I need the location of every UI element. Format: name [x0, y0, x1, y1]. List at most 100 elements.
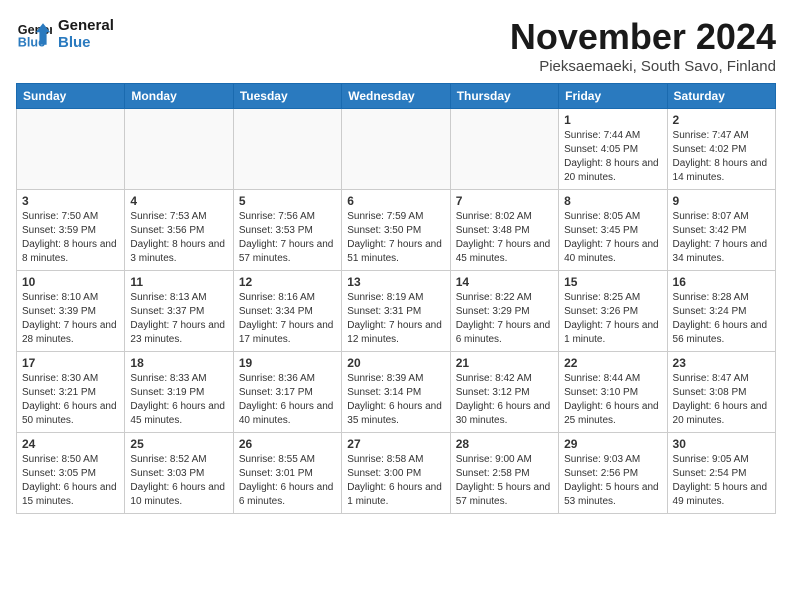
month-title: November 2024	[510, 16, 776, 58]
day-number: 30	[673, 437, 770, 451]
calendar-week-row: 1 Sunrise: 7:44 AM Sunset: 4:05 PM Daylig…	[17, 109, 776, 190]
calendar-week-row: 10 Sunrise: 8:10 AM Sunset: 3:39 PM Dayli…	[17, 271, 776, 352]
day-number: 7	[456, 194, 553, 208]
calendar-cell: 23 Sunrise: 8:47 AM Sunset: 3:08 PM Dayli…	[667, 352, 775, 433]
calendar-cell: 27 Sunrise: 8:58 AM Sunset: 3:00 PM Dayli…	[342, 433, 450, 514]
calendar-cell: 3Sunrise: 7:50 AM Sunset: 3:59 PM Daylig…	[17, 190, 125, 271]
day-number: 3	[22, 194, 119, 208]
day-info: Sunrise: 7:56 AM Sunset: 3:53 PM Dayligh…	[239, 210, 336, 266]
day-info: Sunrise: 8:28 AM Sunset: 3:24 PM Dayligh…	[673, 291, 770, 347]
calendar-table: SundayMondayTuesdayWednesdayThursdayFrid…	[16, 83, 776, 514]
calendar-cell: 7 Sunrise: 8:02 AM Sunset: 3:48 PM Daylig…	[450, 190, 558, 271]
calendar-body: 1 Sunrise: 7:44 AM Sunset: 4:05 PM Daylig…	[17, 109, 776, 514]
day-number: 16	[673, 275, 770, 289]
calendar-cell: 22Sunrise: 8:44 AM Sunset: 3:10 PM Dayli…	[559, 352, 667, 433]
day-info: Sunrise: 8:58 AM Sunset: 3:00 PM Dayligh…	[347, 453, 444, 509]
day-number: 21	[456, 356, 553, 370]
calendar-cell: 8 Sunrise: 8:05 AM Sunset: 3:45 PM Daylig…	[559, 190, 667, 271]
day-number: 29	[564, 437, 661, 451]
calendar-cell: 5Sunrise: 7:56 AM Sunset: 3:53 PM Daylig…	[233, 190, 341, 271]
logo: General Blue General Blue	[16, 16, 114, 52]
day-number: 14	[456, 275, 553, 289]
calendar-cell: 16 Sunrise: 8:28 AM Sunset: 3:24 PM Dayli…	[667, 271, 775, 352]
day-info: Sunrise: 8:39 AM Sunset: 3:14 PM Dayligh…	[347, 372, 444, 428]
day-info: Sunrise: 8:50 AM Sunset: 3:05 PM Dayligh…	[22, 453, 119, 509]
day-number: 8	[564, 194, 661, 208]
calendar-cell: 10 Sunrise: 8:10 AM Sunset: 3:39 PM Dayli…	[17, 271, 125, 352]
calendar-cell: 19 Sunrise: 8:36 AM Sunset: 3:17 PM Dayli…	[233, 352, 341, 433]
weekday-header-friday: Friday	[559, 84, 667, 109]
calendar-cell: 11Sunrise: 8:13 AM Sunset: 3:37 PM Dayli…	[125, 271, 233, 352]
day-info: Sunrise: 8:13 AM Sunset: 3:37 PM Dayligh…	[130, 291, 227, 347]
logo-general: General	[58, 17, 114, 34]
day-info: Sunrise: 9:03 AM Sunset: 2:56 PM Dayligh…	[564, 453, 661, 509]
logo-blue: Blue	[58, 34, 114, 51]
calendar-cell	[342, 109, 450, 190]
day-info: Sunrise: 7:59 AM Sunset: 3:50 PM Dayligh…	[347, 210, 444, 266]
day-info: Sunrise: 8:16 AM Sunset: 3:34 PM Dayligh…	[239, 291, 336, 347]
day-info: Sunrise: 8:07 AM Sunset: 3:42 PM Dayligh…	[673, 210, 770, 266]
title-area: November 2024 Pieksaemaeki, South Savo, …	[510, 16, 776, 75]
day-number: 23	[673, 356, 770, 370]
calendar-cell: 1 Sunrise: 7:44 AM Sunset: 4:05 PM Daylig…	[559, 109, 667, 190]
day-info: Sunrise: 8:42 AM Sunset: 3:12 PM Dayligh…	[456, 372, 553, 428]
calendar-cell: 4 Sunrise: 7:53 AM Sunset: 3:56 PM Daylig…	[125, 190, 233, 271]
calendar-cell: 20 Sunrise: 8:39 AM Sunset: 3:14 PM Dayli…	[342, 352, 450, 433]
calendar-cell: 26 Sunrise: 8:55 AM Sunset: 3:01 PM Dayli…	[233, 433, 341, 514]
day-info: Sunrise: 8:55 AM Sunset: 3:01 PM Dayligh…	[239, 453, 336, 509]
day-info: Sunrise: 8:10 AM Sunset: 3:39 PM Dayligh…	[22, 291, 119, 347]
day-number: 2	[673, 113, 770, 127]
day-number: 17	[22, 356, 119, 370]
calendar-cell: 9 Sunrise: 8:07 AM Sunset: 3:42 PM Daylig…	[667, 190, 775, 271]
day-number: 24	[22, 437, 119, 451]
day-number: 15	[564, 275, 661, 289]
day-info: Sunrise: 8:36 AM Sunset: 3:17 PM Dayligh…	[239, 372, 336, 428]
header: General Blue General Blue November 2024 …	[16, 16, 776, 75]
day-info: Sunrise: 7:44 AM Sunset: 4:05 PM Dayligh…	[564, 129, 661, 185]
day-number: 1	[564, 113, 661, 127]
weekday-header-sunday: Sunday	[17, 84, 125, 109]
day-number: 4	[130, 194, 227, 208]
day-info: Sunrise: 7:47 AM Sunset: 4:02 PM Dayligh…	[673, 129, 770, 185]
day-info: Sunrise: 8:33 AM Sunset: 3:19 PM Dayligh…	[130, 372, 227, 428]
calendar-cell: 17 Sunrise: 8:30 AM Sunset: 3:21 PM Dayli…	[17, 352, 125, 433]
day-info: Sunrise: 8:19 AM Sunset: 3:31 PM Dayligh…	[347, 291, 444, 347]
calendar-cell: 6 Sunrise: 7:59 AM Sunset: 3:50 PM Daylig…	[342, 190, 450, 271]
calendar-week-row: 17 Sunrise: 8:30 AM Sunset: 3:21 PM Dayli…	[17, 352, 776, 433]
day-number: 27	[347, 437, 444, 451]
day-number: 18	[130, 356, 227, 370]
day-number: 9	[673, 194, 770, 208]
day-info: Sunrise: 9:05 AM Sunset: 2:54 PM Dayligh…	[673, 453, 770, 509]
calendar-week-row: 24 Sunrise: 8:50 AM Sunset: 3:05 PM Dayli…	[17, 433, 776, 514]
logo-icon: General Blue	[16, 16, 52, 52]
day-number: 20	[347, 356, 444, 370]
calendar-cell: 15 Sunrise: 8:25 AM Sunset: 3:26 PM Dayli…	[559, 271, 667, 352]
calendar-cell: 18 Sunrise: 8:33 AM Sunset: 3:19 PM Dayli…	[125, 352, 233, 433]
day-info: Sunrise: 8:30 AM Sunset: 3:21 PM Dayligh…	[22, 372, 119, 428]
day-number: 26	[239, 437, 336, 451]
calendar-cell: 14Sunrise: 8:22 AM Sunset: 3:29 PM Dayli…	[450, 271, 558, 352]
calendar-cell: 28Sunrise: 9:00 AM Sunset: 2:58 PM Dayli…	[450, 433, 558, 514]
location-subtitle: Pieksaemaeki, South Savo, Finland	[510, 58, 776, 75]
day-number: 10	[22, 275, 119, 289]
weekday-header-tuesday: Tuesday	[233, 84, 341, 109]
weekday-header-row: SundayMondayTuesdayWednesdayThursdayFrid…	[17, 84, 776, 109]
calendar-cell	[17, 109, 125, 190]
weekday-header-monday: Monday	[125, 84, 233, 109]
calendar-cell: 2 Sunrise: 7:47 AM Sunset: 4:02 PM Daylig…	[667, 109, 775, 190]
calendar-header: SundayMondayTuesdayWednesdayThursdayFrid…	[17, 84, 776, 109]
day-info: Sunrise: 8:25 AM Sunset: 3:26 PM Dayligh…	[564, 291, 661, 347]
day-number: 6	[347, 194, 444, 208]
day-info: Sunrise: 7:53 AM Sunset: 3:56 PM Dayligh…	[130, 210, 227, 266]
day-number: 12	[239, 275, 336, 289]
day-info: Sunrise: 9:00 AM Sunset: 2:58 PM Dayligh…	[456, 453, 553, 509]
day-number: 19	[239, 356, 336, 370]
day-number: 25	[130, 437, 227, 451]
day-info: Sunrise: 8:05 AM Sunset: 3:45 PM Dayligh…	[564, 210, 661, 266]
day-info: Sunrise: 8:02 AM Sunset: 3:48 PM Dayligh…	[456, 210, 553, 266]
day-info: Sunrise: 8:52 AM Sunset: 3:03 PM Dayligh…	[130, 453, 227, 509]
calendar-week-row: 3Sunrise: 7:50 AM Sunset: 3:59 PM Daylig…	[17, 190, 776, 271]
day-info: Sunrise: 8:47 AM Sunset: 3:08 PM Dayligh…	[673, 372, 770, 428]
calendar-cell: 13Sunrise: 8:19 AM Sunset: 3:31 PM Dayli…	[342, 271, 450, 352]
calendar-cell: 12 Sunrise: 8:16 AM Sunset: 3:34 PM Dayli…	[233, 271, 341, 352]
